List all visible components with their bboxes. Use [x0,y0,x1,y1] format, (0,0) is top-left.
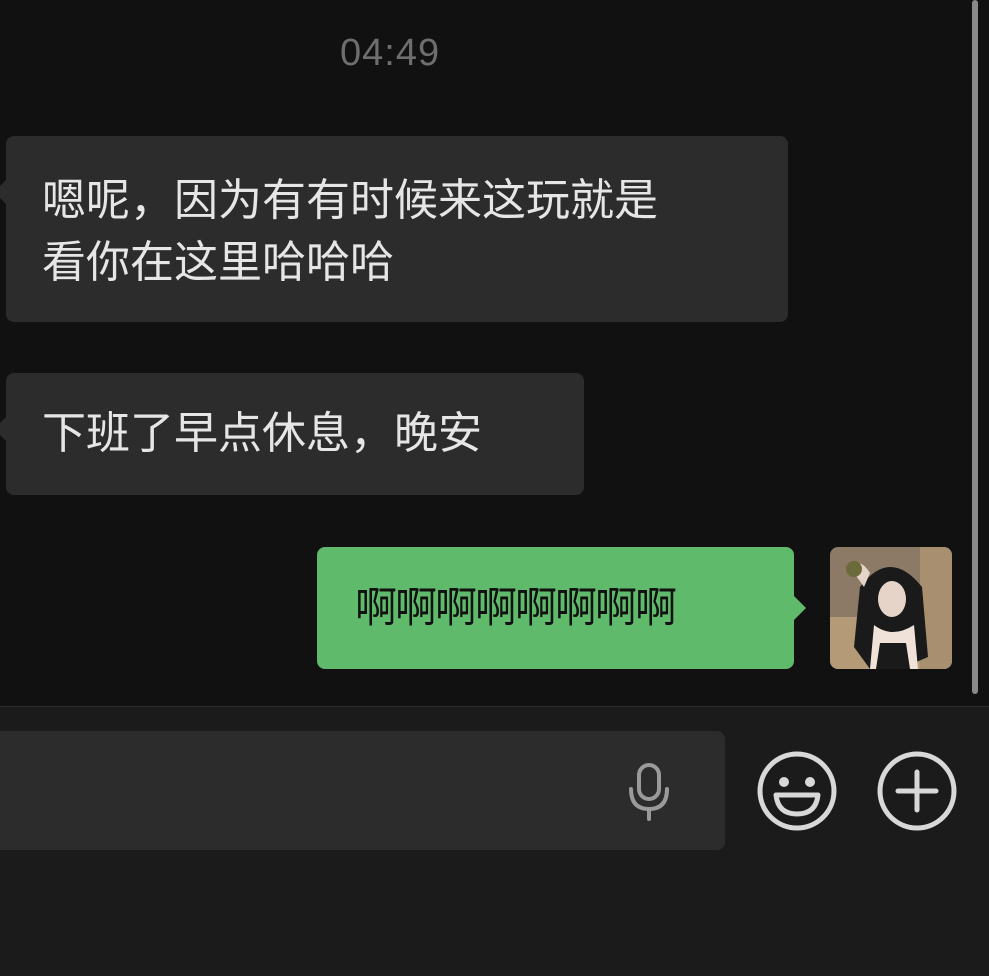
plus-icon[interactable] [876,750,958,832]
incoming-message-bubble[interactable]: 嗯呢，因为有有时候来这玩就是 看你在这里哈哈哈 [0,136,788,322]
message-input[interactable] [0,731,725,850]
avatar-image [830,547,952,669]
microphone-icon[interactable] [624,761,674,821]
composer-bar [0,707,989,976]
chat-message-area[interactable]: 04:49 嗯呢，因为有有时候来这玩就是 看你在这里哈哈哈 下班了早点休息，晚安… [0,0,989,706]
outgoing-message-bubble[interactable]: 啊啊啊啊啊啊啊啊 [317,547,806,669]
message-timestamp: 04:49 [340,32,441,74]
emoji-icon[interactable] [756,750,838,832]
scrollbar[interactable] [972,0,978,694]
incoming-message-bubble[interactable]: 下班了早点休息，晚安 [0,373,584,495]
user-avatar[interactable] [830,547,952,669]
